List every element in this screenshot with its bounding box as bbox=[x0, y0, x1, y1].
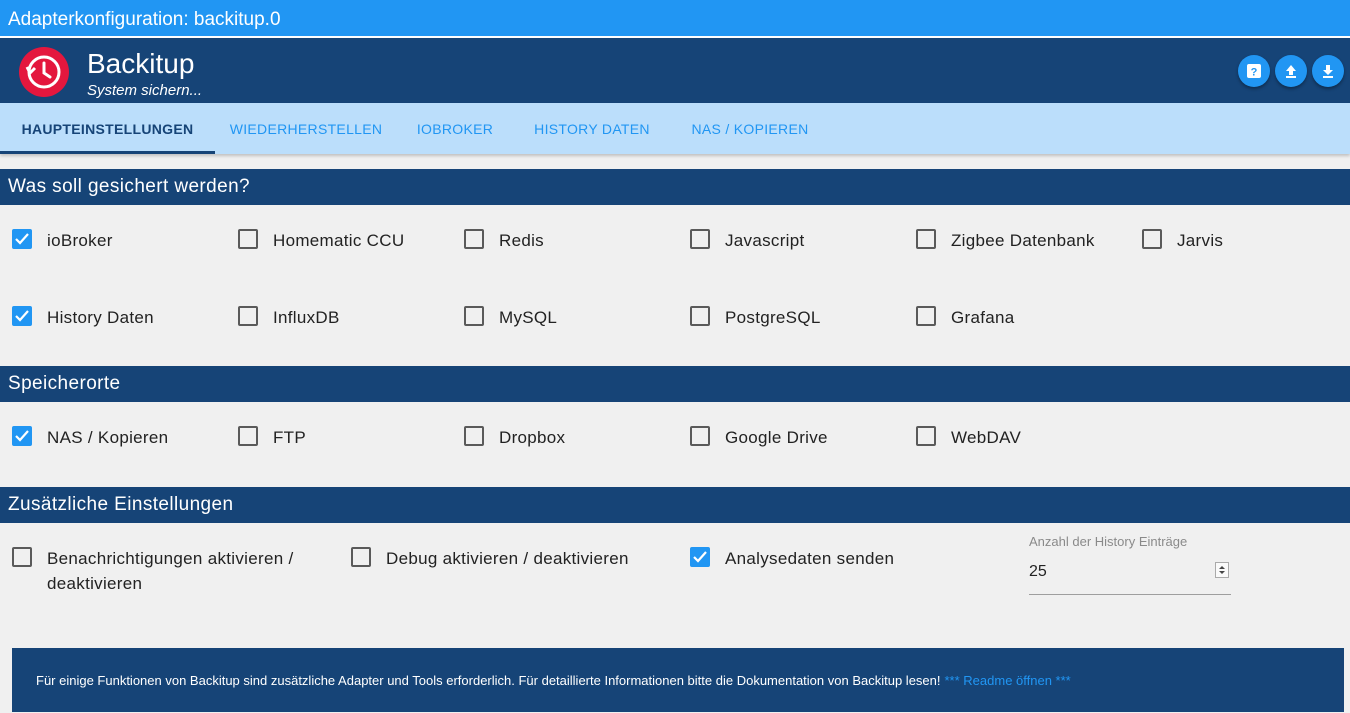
help-button[interactable]: ? bbox=[1238, 55, 1270, 87]
checkbox-checked-icon bbox=[12, 426, 32, 446]
checkbox-unchecked-icon bbox=[238, 306, 258, 326]
checkbox-label: Homematic CCU bbox=[273, 231, 405, 250]
checkbox-label: ioBroker bbox=[47, 231, 113, 250]
checkbox-label: FTP bbox=[273, 428, 307, 447]
checkbox-label: Debug aktivieren / deaktivieren bbox=[386, 549, 629, 568]
checkbox-label: Analysedaten senden bbox=[725, 549, 895, 568]
tab-nas-kopieren[interactable]: NAS / KOPIEREN bbox=[671, 103, 829, 154]
checkbox-checked-icon bbox=[12, 306, 32, 326]
download-icon bbox=[1323, 65, 1333, 78]
checkbox-unchecked-icon bbox=[238, 229, 258, 249]
checkbox-unchecked-icon bbox=[12, 547, 32, 567]
checkbox-label: Benachrichtigungen aktivieren / deaktivi… bbox=[47, 549, 294, 593]
checkbox-unchecked-icon bbox=[464, 229, 484, 249]
checkbox-unchecked-icon bbox=[690, 229, 710, 249]
checkbox-label: Redis bbox=[499, 231, 544, 250]
checkbox-unchecked-icon bbox=[916, 306, 936, 326]
checkbox-unchecked-icon bbox=[1142, 229, 1162, 249]
upload-icon bbox=[1286, 65, 1296, 78]
checkbox-unchecked-icon bbox=[690, 426, 710, 446]
checkbox-label: Javascript bbox=[725, 231, 805, 250]
checkbox-unchecked-icon bbox=[464, 306, 484, 326]
checkbox-label: Grafana bbox=[951, 308, 1015, 327]
checkbox-label: WebDAV bbox=[951, 428, 1022, 447]
tab-iobroker[interactable]: IOBROKER bbox=[397, 103, 513, 154]
tab-wiederherstellen[interactable]: WIEDERHERSTELLEN bbox=[215, 103, 397, 154]
checkbox-unchecked-icon bbox=[238, 426, 258, 446]
section-title-storage: Speicherorte bbox=[0, 366, 1350, 402]
checkbox-label: Zigbee Datenbank bbox=[951, 231, 1095, 250]
checkbox-label: PostgreSQL bbox=[725, 308, 821, 327]
checkbox-unchecked-icon bbox=[916, 229, 936, 249]
checkbox-checked-icon bbox=[690, 547, 710, 567]
window-title: Adapterkonfiguration: backitup.0 bbox=[0, 0, 1350, 38]
tab-bar: HAUPTEINSTELLUNGEN WIEDERHERSTELLEN IOBR… bbox=[0, 103, 1350, 154]
app-name: Backitup bbox=[87, 48, 195, 79]
app-header: Backitup System sichern... ? bbox=[0, 38, 1350, 103]
history-count-input[interactable]: 25 bbox=[1029, 560, 1231, 595]
info-banner: Für einige Funktionen von Backitup sind … bbox=[12, 648, 1344, 712]
checkbox-unchecked-icon bbox=[464, 426, 484, 446]
section-title-backup: Was soll gesichert werden? bbox=[0, 169, 1350, 205]
checkbox-label: History Daten bbox=[47, 308, 154, 327]
svg-text:?: ? bbox=[1251, 67, 1258, 79]
tab-history-daten[interactable]: HISTORY DATEN bbox=[513, 103, 671, 154]
download-button[interactable] bbox=[1312, 55, 1344, 87]
history-count-value: 25 bbox=[1029, 563, 1047, 580]
checkbox-unchecked-icon bbox=[916, 426, 936, 446]
help-icon: ? bbox=[1247, 64, 1261, 79]
readme-link[interactable]: *** Readme öffnen *** bbox=[945, 673, 1071, 688]
history-count-label: Anzahl der History Einträge bbox=[1029, 534, 1188, 549]
history-count-spinner[interactable] bbox=[1215, 562, 1229, 578]
app-subtitle: System sichern... bbox=[87, 82, 203, 99]
info-text: Für einige Funktionen von Backitup sind … bbox=[36, 673, 941, 688]
tab-haupteinstellungen[interactable]: HAUPTEINSTELLUNGEN bbox=[0, 103, 215, 154]
checkbox-label: InfluxDB bbox=[273, 308, 340, 327]
checkbox-label: MySQL bbox=[499, 308, 558, 327]
checkbox-label: Dropbox bbox=[499, 428, 566, 447]
upload-button[interactable] bbox=[1275, 55, 1307, 87]
checkbox-unchecked-icon bbox=[690, 306, 710, 326]
checkbox-checked-icon bbox=[12, 229, 32, 249]
checkbox-unchecked-icon bbox=[351, 547, 371, 567]
checkbox-label: NAS / Kopieren bbox=[47, 428, 169, 447]
section-title-extra: Zusätzliche Einstellungen bbox=[0, 487, 1350, 523]
backup-clock-icon bbox=[19, 47, 69, 97]
checkbox-label: Google Drive bbox=[725, 428, 828, 447]
checkbox-label: Jarvis bbox=[1177, 231, 1224, 250]
